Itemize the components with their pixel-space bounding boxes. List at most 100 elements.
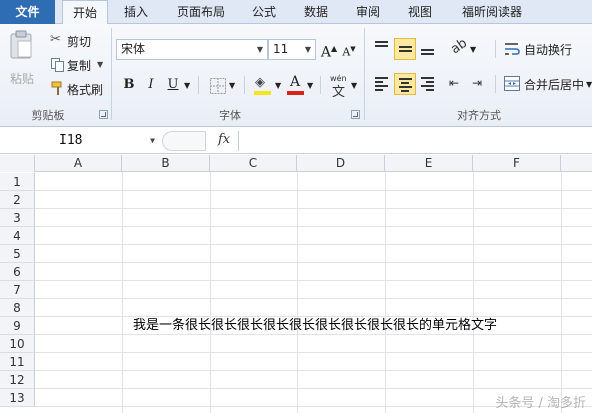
merge-cells-icon [504, 76, 520, 91]
scissors-icon: ✂ [50, 32, 61, 47]
column-header-a[interactable]: A [35, 155, 122, 172]
table-row[interactable] [35, 209, 592, 227]
font-name-combobox[interactable]: 宋体 ▼ [116, 39, 268, 60]
align-right-button[interactable] [417, 73, 439, 95]
increase-font-size-button[interactable]: A▲ [318, 38, 340, 61]
row-header[interactable]: 9 [0, 317, 35, 335]
font-group-label: 字体 [219, 109, 241, 122]
align-middle-button[interactable] [394, 38, 416, 60]
row-header[interactable]: 3 [0, 209, 35, 227]
copy-button[interactable]: 复制 ▼ [50, 56, 108, 74]
column-header-c[interactable]: C [210, 155, 297, 172]
divider [320, 76, 321, 94]
formula-input[interactable] [238, 131, 590, 151]
chevron-down-icon: ▼ [586, 80, 592, 89]
paint-bucket-icon: ◈ [255, 75, 265, 90]
font-size-combobox[interactable]: 11 ▼ [268, 39, 316, 60]
row-header[interactable]: 10 [0, 335, 35, 353]
insert-function-button[interactable]: fx [218, 130, 236, 150]
chevron-down-icon[interactable]: ▼ [184, 81, 190, 90]
align-center-button[interactable] [394, 73, 416, 95]
formula-bar-handle[interactable] [162, 131, 206, 151]
tab-page-layout[interactable]: 页面布局 [168, 0, 234, 24]
table-row[interactable] [35, 281, 592, 299]
underline-button[interactable]: U [162, 74, 184, 96]
chevron-down-icon: ▼ [256, 45, 263, 54]
increase-indent-icon: ⇥ [472, 76, 483, 90]
table-row[interactable] [35, 263, 592, 281]
row-header[interactable]: 1 [0, 173, 35, 191]
wrap-text-icon [505, 43, 520, 55]
row-header[interactable]: 13 [0, 389, 35, 407]
wrap-text-button[interactable]: 自动换行 [504, 38, 588, 60]
tab-file[interactable]: 文件 [0, 0, 55, 24]
font-size-value: 11 [273, 42, 289, 56]
column-header-f[interactable]: F [473, 155, 561, 172]
tab-home[interactable]: 开始 [62, 0, 108, 25]
table-row[interactable] [35, 299, 592, 317]
decrease-font-size-button[interactable]: A▼ [338, 38, 360, 60]
font-color-button[interactable]: A [285, 74, 307, 96]
format-painter-button[interactable]: 格式刷 [50, 80, 108, 98]
table-row[interactable] [35, 245, 592, 263]
select-all-corner[interactable] [0, 155, 35, 172]
ribbon-tab-bar: 文件 开始 插入 页面布局 公式 数据 审阅 视图 福昕阅读器 [0, 0, 592, 25]
orientation-button[interactable]: ab ▼ [448, 36, 478, 60]
align-top-button[interactable] [371, 38, 393, 60]
clipboard-dialog-launcher[interactable] [99, 110, 108, 119]
worksheet-grid[interactable]: A B C D E F 1 2 3 4 5 6 7 8 9 10 11 12 1… [0, 155, 592, 413]
row-header[interactable]: 8 [0, 299, 35, 317]
italic-button[interactable]: I [140, 74, 162, 96]
merge-center-button[interactable]: 合并后居中 ▼ [504, 73, 592, 95]
chevron-down-icon[interactable]: ▼ [351, 81, 357, 90]
align-bottom-button[interactable] [417, 38, 439, 60]
table-row[interactable] [35, 173, 592, 191]
font-name-value: 宋体 [121, 42, 146, 56]
divider [495, 40, 496, 58]
tab-data[interactable]: 数据 [294, 0, 338, 24]
chevron-down-icon[interactable]: ▼ [229, 81, 235, 90]
borders-icon[interactable] [210, 78, 226, 94]
paste-button[interactable]: 粘贴 [4, 28, 38, 94]
increase-font-size-label: A [320, 44, 331, 61]
decrease-indent-icon: ⇤ [449, 76, 460, 90]
chevron-down-icon[interactable]: ▼ [307, 81, 313, 90]
tab-insert[interactable]: 插入 [112, 0, 160, 24]
row-header[interactable]: 7 [0, 281, 35, 299]
row-header[interactable]: 6 [0, 263, 35, 281]
font-color-glyph: A [290, 74, 301, 90]
cell-text-row-9[interactable]: 我是一条很长很长很长很长很长很长很长很长很长的单元格文字 [133, 317, 497, 335]
table-row[interactable] [35, 227, 592, 245]
column-header-b[interactable]: B [122, 155, 210, 172]
tab-formulas[interactable]: 公式 [242, 0, 286, 24]
row-header[interactable]: 12 [0, 371, 35, 389]
column-header-e[interactable]: E [385, 155, 473, 172]
tab-review[interactable]: 审阅 [346, 0, 390, 24]
row-header[interactable]: 2 [0, 191, 35, 209]
align-left-button[interactable] [371, 73, 393, 95]
fill-color-button[interactable]: ◈ [252, 74, 274, 96]
row-header[interactable]: 5 [0, 245, 35, 263]
decrease-indent-button[interactable]: ⇤ [449, 76, 465, 92]
table-row[interactable] [35, 335, 592, 353]
chevron-down-icon[interactable]: ▼ [275, 81, 281, 90]
copy-icon [51, 58, 64, 72]
phonetic-guide-button[interactable]: wén 文 [328, 74, 350, 100]
cut-button[interactable]: ✂ 剪切 [50, 32, 102, 50]
table-row[interactable] [35, 371, 592, 389]
divider [244, 76, 245, 94]
table-row[interactable] [35, 191, 592, 209]
tab-foxit-reader[interactable]: 福昕阅读器 [452, 0, 532, 24]
row-header[interactable]: 4 [0, 227, 35, 245]
font-dialog-launcher[interactable] [351, 110, 360, 119]
bold-button[interactable]: B [118, 74, 140, 96]
increase-indent-button[interactable]: ⇥ [472, 76, 488, 92]
formula-bar: I18 ▼ fx [0, 128, 592, 154]
column-header-d[interactable]: D [297, 155, 385, 172]
column-header-row: A B C D E F [0, 155, 592, 172]
chevron-down-icon: ▼ [97, 60, 104, 69]
tab-view[interactable]: 视图 [398, 0, 442, 24]
name-box[interactable]: I18 ▼ [3, 131, 157, 151]
table-row[interactable] [35, 353, 592, 371]
row-header[interactable]: 11 [0, 353, 35, 371]
